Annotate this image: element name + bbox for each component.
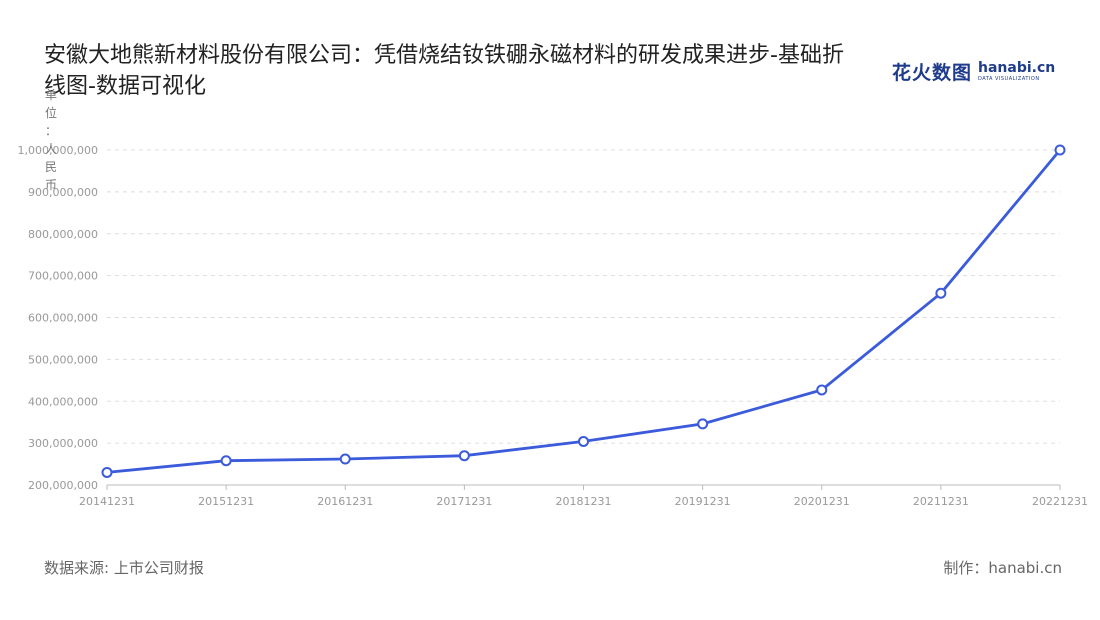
y-axis-unit-char: 位 (44, 106, 57, 120)
series-line (106, 149, 1062, 474)
x-tick-label: 20201231 (794, 495, 850, 508)
data-point (220, 455, 232, 467)
line-layer (106, 149, 1062, 474)
y-tick-label: 900,000,000 (28, 186, 98, 199)
y-tick-label: 500,000,000 (28, 353, 98, 366)
x-tick-label: 20211231 (913, 495, 969, 508)
y-axis-unit-char: ： (44, 124, 57, 138)
y-axis-unit-char: 币 (44, 178, 57, 192)
x-tick-label: 20141231 (79, 495, 135, 508)
data-point (458, 450, 470, 462)
data-point (1054, 144, 1066, 156)
y-axis-unit-char: 单 (44, 88, 57, 102)
axis-layer: 200,000,000 300,000,000 400,000,000 500,000… (18, 144, 1088, 508)
data-point (578, 435, 589, 447)
data-point (816, 384, 828, 396)
y-axis-unit-label: 单位 ： 人民币 (44, 86, 58, 194)
y-axis-unit-char: 人 (44, 142, 57, 156)
data-point (101, 466, 113, 478)
x-tick-label: 20171231 (436, 495, 492, 508)
y-tick-label: 600,000,000 (28, 312, 98, 325)
y-tick-label: 800,000,000 (28, 228, 98, 241)
x-tick-label: 20181231 (556, 495, 612, 508)
data-point (697, 418, 709, 430)
x-tick-label: 20221231 (1032, 495, 1088, 508)
x-tick-label: 20151231 (198, 495, 254, 508)
data-source: 数据来源: 上市公司财报 (44, 559, 204, 577)
credit-text: 制作：hanabi.cn (943, 559, 1062, 577)
y-tick-label: 400,000,000 (28, 395, 98, 408)
line-chart: 200,000,000 300,000,000 400,000,000 500,000… (18, 144, 1088, 508)
y-tick-label: 700,000,000 (28, 270, 98, 283)
x-tick-label: 20191231 (675, 495, 731, 508)
grid-layer (107, 149, 1060, 444)
y-axis-unit-char: 民 (44, 160, 57, 174)
data-point (935, 287, 947, 299)
y-tick-label: 200,000,000 (28, 479, 98, 492)
x-tick-label: 20161231 (317, 495, 373, 508)
data-point (339, 453, 351, 465)
y-tick-label: 300,000,000 (28, 437, 98, 450)
